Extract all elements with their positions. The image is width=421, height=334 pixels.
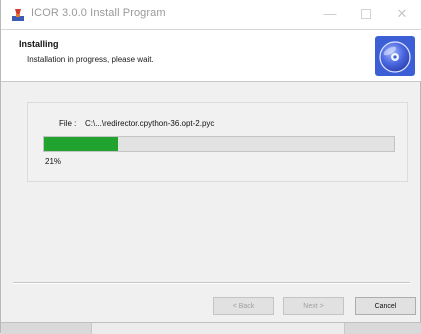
cancel-button[interactable]: Cancel	[355, 297, 416, 315]
progress-fill	[44, 137, 118, 151]
footer-divider	[13, 282, 410, 284]
page-subtitle: Installation in progress, please wait.	[27, 55, 154, 64]
disc-icon	[375, 36, 415, 76]
close-button[interactable]: ✕	[385, 3, 419, 25]
file-label: File :	[59, 119, 77, 128]
title-bar[interactable]: ICOR 3.0.0 Install Program — ✕	[1, 0, 421, 30]
progress-percent-label: 21%	[45, 157, 62, 166]
installer-window: ICOR 3.0.0 Install Program — ✕ Installin…	[0, 0, 421, 334]
page-title: Installing	[19, 39, 59, 49]
wizard-header: Installing Installation in progress, ple…	[1, 30, 421, 82]
installer-app-icon	[12, 9, 24, 21]
maximize-button[interactable]	[349, 3, 383, 25]
minimize-button[interactable]: —	[313, 3, 347, 25]
minimize-icon: —	[323, 6, 337, 21]
current-file-path: C:\...\redirector.cpython-36.opt-2.pyc	[85, 119, 215, 128]
maximize-icon	[361, 8, 371, 19]
progress-panel: File : C:\...\redirector.cpython-36.opt-…	[27, 102, 408, 182]
window-title: ICOR 3.0.0 Install Program	[31, 7, 166, 19]
background-window-edge	[91, 323, 345, 334]
close-icon: ✕	[396, 6, 408, 21]
install-progress-bar	[43, 136, 395, 152]
taskbar-strip	[1, 322, 421, 334]
next-button[interactable]: Next >	[283, 297, 344, 315]
back-button[interactable]: < Back	[213, 297, 274, 315]
